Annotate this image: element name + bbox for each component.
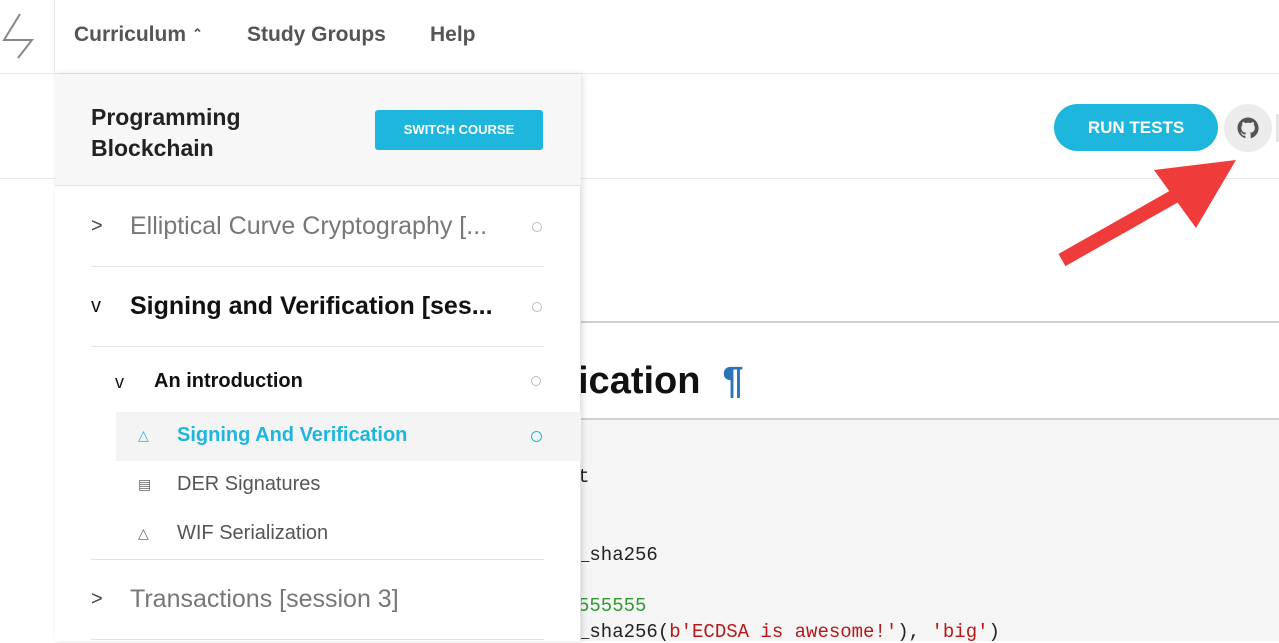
chevron-right-icon: > — [91, 215, 103, 237]
lesson-heading-text: ication — [578, 360, 701, 402]
code-string: 'big' — [931, 621, 989, 643]
code-cell[interactable]: t _sha256 555555 _sha256(b'ECDSA is awes… — [578, 418, 1279, 643]
code-token: ), — [897, 621, 932, 643]
lesson-title: WIF Serialization — [177, 522, 329, 544]
content-divider — [578, 321, 1279, 323]
subsection-introduction[interactable]: v An introduction — [115, 358, 581, 408]
heading-anchor-link[interactable]: ¶ — [722, 360, 743, 402]
section-transactions[interactable]: > Transactions [session 3] — [91, 560, 544, 640]
progress-circle-icon — [531, 376, 541, 386]
progress-circle-icon — [532, 302, 542, 312]
chevron-down-icon: v — [115, 372, 124, 392]
section-title: Elliptical Curve Cryptography [... — [130, 212, 488, 240]
lesson-heading: ication ¶ — [578, 360, 744, 403]
subsection-title: An introduction — [154, 370, 303, 392]
book-icon: ▤ — [138, 476, 152, 492]
top-nav: Curriculum ⌃ Study Groups Help — [0, 0, 1279, 74]
code-string: b'ECDSA is awesome!' — [669, 621, 898, 643]
github-button[interactable] — [1224, 104, 1272, 152]
code-token: _sha256( — [578, 621, 670, 643]
chevron-down-icon: v — [91, 295, 101, 317]
logo[interactable] — [0, 0, 55, 74]
section-title: Transactions [session 3] — [130, 585, 399, 613]
lesson-der-signatures[interactable]: ▤ DER Signatures — [116, 461, 581, 510]
switch-course-button[interactable]: SWITCH COURSE — [375, 110, 543, 150]
divider — [91, 639, 544, 640]
lesson-wif-serialization[interactable]: △ WIF Serialization — [116, 510, 581, 559]
code-line: _sha256(b'ECDSA is awesome!'), 'big') — [578, 621, 1000, 643]
progress-circle-icon — [531, 431, 542, 442]
course-title: Programming Blockchain — [91, 104, 241, 161]
section-signing-verification[interactable]: v Signing and Verification [ses... — [91, 267, 544, 347]
flask-icon: △ — [138, 525, 149, 541]
chevron-right-icon: > — [91, 588, 103, 610]
nav-study-groups[interactable]: Study Groups — [247, 23, 386, 47]
code-token: ) — [988, 621, 1000, 643]
red-arrow-annotation — [1058, 160, 1236, 267]
lesson-signing-and-verification[interactable]: △ Signing And Verification — [116, 412, 581, 461]
lightning-logo-icon — [2, 13, 35, 59]
nav-curriculum[interactable]: Curriculum ⌃ — [74, 23, 203, 47]
run-tests-button[interactable]: RUN TESTS — [1054, 104, 1218, 151]
chevron-up-icon: ⌃ — [192, 26, 203, 41]
lesson-title: Signing And Verification — [177, 424, 408, 446]
nav-help[interactable]: Help — [430, 23, 476, 47]
progress-circle-icon — [532, 222, 542, 232]
course-header: Programming Blockchain SWITCH COURSE — [55, 74, 581, 186]
divider — [91, 346, 544, 347]
section-title: Signing and Verification [ses... — [130, 292, 493, 320]
flask-icon: △ — [138, 427, 149, 443]
section-elliptical-curve[interactable]: > Elliptical Curve Cryptography [... — [91, 187, 544, 267]
code-line: _sha256 — [578, 544, 658, 566]
nav-curriculum-label: Curriculum — [74, 23, 187, 46]
lesson-title: DER Signatures — [177, 473, 321, 495]
github-icon — [1237, 117, 1259, 139]
curriculum-dropdown: Programming Blockchain SWITCH COURSE > E… — [55, 74, 581, 641]
code-line: 555555 — [578, 595, 647, 617]
